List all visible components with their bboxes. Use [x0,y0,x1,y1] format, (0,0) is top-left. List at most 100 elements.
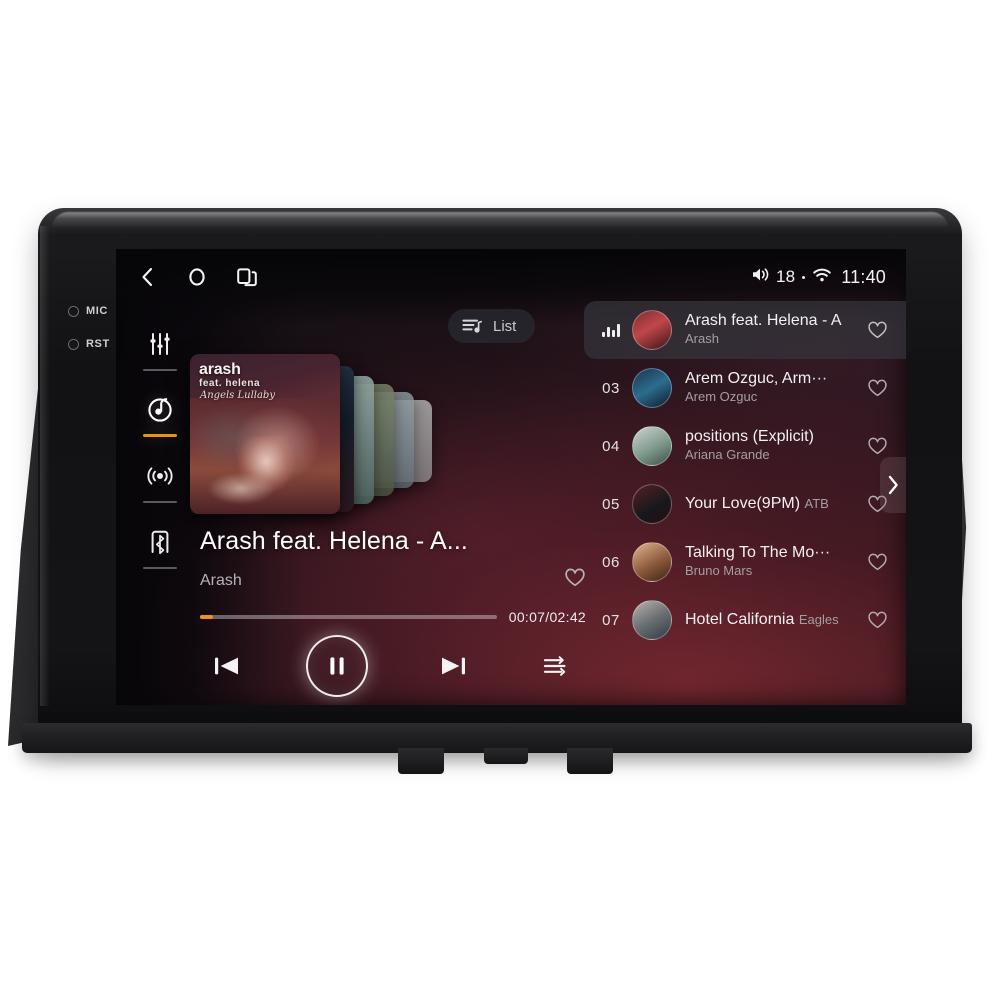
track-meta: positions (Explicit) Ariana Grande [685,428,862,464]
track-artist: Arem Ozguc [685,389,758,404]
bluetooth-phone-icon [151,530,169,555]
display-screen: 18 11:40 List arash feat. helena Angels … [116,249,906,705]
next-track-button[interactable] [430,653,476,679]
playlist-panel[interactable]: Arash feat. Helena - A Arash 03 Arem Ozg… [584,301,906,705]
sidebar-item-radio[interactable] [132,443,188,509]
track-artist: ATB [804,496,829,511]
album-cover-current[interactable]: arash feat. helena Angels Lullaby [190,354,340,514]
time-display: 00:07/02:42 [508,609,586,625]
heart-outline-icon [867,553,887,570]
table-row[interactable]: 06 Talking To The Mo··· Bruno Mars [584,533,906,591]
track-title: Hotel California [685,611,795,628]
previous-track-button[interactable] [204,653,250,679]
track-title: Arem Ozguc, Arm··· [685,370,828,387]
progress-row: 00:07/02:42 [200,609,586,625]
mount-tab [398,748,444,774]
track-artist: Arash [685,331,719,346]
album-cover-figure-2 [202,469,280,508]
reset-label: RST [86,338,110,350]
favorite-button[interactable] [862,553,892,572]
track-thumbnail [632,600,672,640]
sidebar-item-bluetooth[interactable] [132,509,188,575]
volume-level: 18 [775,267,796,286]
favorite-button[interactable] [862,379,892,398]
transport-controls [192,634,592,698]
sidebar-item-music[interactable] [132,377,188,443]
reset-pinhole[interactable]: RST [68,338,110,350]
table-row[interactable]: Arash feat. Helena - A Arash [584,301,906,359]
favorite-button[interactable] [862,321,892,340]
rail-underline-active [143,434,177,437]
playlist-icon [462,319,482,333]
track-thumbnail [632,310,672,350]
track-title: positions (Explicit) [685,428,814,445]
mic-pinhole[interactable]: MIC [68,305,108,317]
track-meta: Your Love(9PM) ATB [685,495,862,513]
skip-previous-icon [215,657,238,675]
track-thumbnail [632,484,672,524]
play-mode-button[interactable] [532,653,578,679]
rail-underline [143,567,177,569]
track-meta: Talking To The Mo··· Bruno Mars [685,544,862,580]
now-playing-bars-icon [590,323,632,337]
list-toggle-button[interactable]: List [448,309,536,343]
expand-panel-handle[interactable] [880,457,906,513]
table-row[interactable]: 07 Hotel California Eagles [584,591,906,649]
now-playing-panel: Arash feat. Helena - A... Arash 00:07/02… [200,527,586,625]
table-row[interactable]: 03 Arem Ozguc, Arm··· Arem Ozguc [584,359,906,417]
home-icon[interactable] [184,264,210,290]
now-playing-subrow: Arash [200,568,586,593]
track-index: 03 [602,379,620,397]
mount-tab [484,748,528,764]
disc-icon [148,398,172,422]
favorite-button[interactable] [564,568,586,593]
favorite-button[interactable] [862,611,892,630]
progress-slider[interactable] [200,615,497,619]
mic-label: MIC [86,305,108,317]
track-title: Your Love(9PM) [685,495,801,512]
shuffle-order-icon [543,656,566,676]
track-index: 06 [602,553,620,571]
wifi-icon [812,267,832,288]
chevron-right-icon [888,475,898,495]
mic-hole-icon [68,305,79,317]
clock: 11:40 [841,266,886,287]
now-playing-title: Arash feat. Helena - A... [200,527,468,555]
track-title: Talking To The Mo··· [685,544,831,561]
album-art-stack[interactable]: AN arash feat. helena Angels Lullaby [190,354,480,519]
navigation-bar [134,264,260,290]
pause-button[interactable] [306,635,368,697]
track-index: 04 [602,437,620,455]
now-playing-artist: Arash [200,571,242,589]
screenshot-canvas: MIC RST 18 11:40 List arash feat. helena… [0,0,1000,1000]
equalizer-icon [150,333,170,355]
track-meta: Arash feat. Helena - A Arash [685,312,862,348]
album-cover-photo [190,398,340,514]
sidebar-item-equalizer[interactable] [132,311,188,377]
table-row[interactable]: 05 Your Love(9PM) ATB [584,475,906,533]
speaker-icon [751,266,770,288]
source-rail [130,311,190,575]
progress-fill [200,615,213,619]
track-thumbnail [632,426,672,466]
back-icon[interactable] [134,264,160,290]
rail-underline [143,369,177,371]
favorite-button[interactable] [862,437,892,456]
track-title: Arash feat. Helena - A [685,312,842,329]
rail-underline [143,501,177,503]
album-cover-feature: feat. helena [199,378,261,389]
track-meta: Hotel California Eagles [685,611,862,629]
album-cover-title: Angels Lullaby [200,390,275,401]
heart-outline-icon [867,379,887,396]
status-indicators: 18 11:40 [751,266,886,288]
heart-outline-icon [867,321,887,338]
track-index: 05 [602,495,620,513]
track-index: 07 [602,611,620,629]
pause-icon [330,657,344,675]
heart-outline-icon [565,568,585,587]
recents-icon[interactable] [234,264,260,290]
track-thumbnail [632,542,672,582]
status-bar: 18 11:40 [116,249,906,305]
radio-waves-icon [147,467,173,485]
table-row[interactable]: 04 positions (Explicit) Ariana Grande [584,417,906,475]
